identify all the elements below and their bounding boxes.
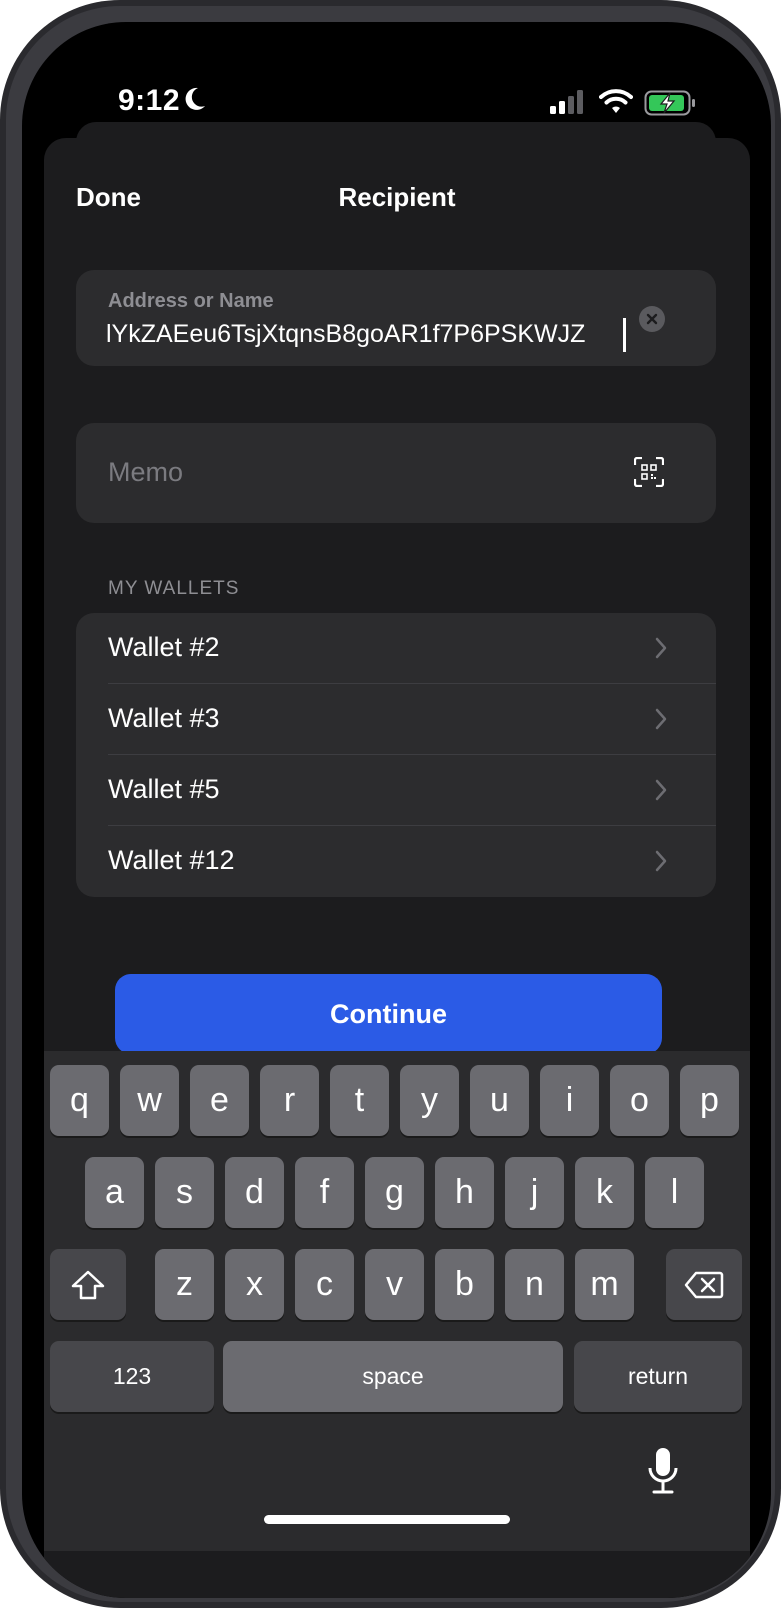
key-q[interactable]: q bbox=[50, 1065, 109, 1136]
wallet-row[interactable]: Wallet #5 bbox=[76, 755, 716, 826]
my-wallets-header: MY WALLETS bbox=[108, 578, 240, 599]
shift-key[interactable] bbox=[50, 1249, 126, 1320]
phone-frame: 9:12 Done Recipient Address or Name lYkZ… bbox=[0, 0, 781, 1608]
cellular-signal-icon bbox=[550, 90, 586, 119]
wallet-row-label: Wallet #3 bbox=[108, 703, 220, 733]
space-key[interactable]: space bbox=[223, 1341, 563, 1412]
clear-icon[interactable] bbox=[639, 306, 665, 332]
return-key[interactable]: return bbox=[574, 1341, 742, 1412]
key-x[interactable]: x bbox=[225, 1249, 284, 1320]
key-l[interactable]: l bbox=[645, 1157, 704, 1228]
key-g[interactable]: g bbox=[365, 1157, 424, 1228]
key-t[interactable]: t bbox=[330, 1065, 389, 1136]
key-k[interactable]: k bbox=[575, 1157, 634, 1228]
home-indicator[interactable] bbox=[264, 1515, 510, 1524]
sheet-title: Recipient bbox=[338, 182, 456, 212]
screen: 9:12 Done Recipient Address or Name lYkZ… bbox=[22, 22, 771, 1598]
key-j[interactable]: j bbox=[505, 1157, 564, 1228]
qr-scan-icon[interactable] bbox=[633, 456, 665, 492]
memo-placeholder: Memo bbox=[108, 457, 184, 487]
microphone-icon[interactable] bbox=[646, 1446, 680, 1501]
key-n[interactable]: n bbox=[505, 1249, 564, 1320]
wallet-row[interactable]: Wallet #2 bbox=[76, 613, 716, 684]
status-bar: 9:12 bbox=[22, 22, 771, 132]
address-input-value: lYkZAEeu6TsjXtqnsB8goAR1f7P6PSKWJZ bbox=[106, 320, 586, 348]
key-u[interactable]: u bbox=[470, 1065, 529, 1136]
wifi-icon bbox=[599, 88, 633, 119]
wallet-row-label: Wallet #5 bbox=[108, 774, 220, 804]
moon-icon bbox=[184, 86, 206, 117]
wallet-row-label: Wallet #12 bbox=[108, 845, 235, 875]
shift-icon bbox=[71, 1270, 105, 1299]
continue-button[interactable]: Continue bbox=[115, 974, 662, 1054]
key-y[interactable]: y bbox=[400, 1065, 459, 1136]
key-d[interactable]: d bbox=[225, 1157, 284, 1228]
key-b[interactable]: b bbox=[435, 1249, 494, 1320]
key-h[interactable]: h bbox=[435, 1157, 494, 1228]
wallet-row[interactable]: Wallet #12 bbox=[76, 826, 716, 897]
key-p[interactable]: p bbox=[680, 1065, 739, 1136]
key-f[interactable]: f bbox=[295, 1157, 354, 1228]
numbers-key[interactable]: 123 bbox=[50, 1341, 214, 1412]
backspace-icon bbox=[684, 1271, 724, 1298]
key-w[interactable]: w bbox=[120, 1065, 179, 1136]
key-a[interactable]: a bbox=[85, 1157, 144, 1228]
key-o[interactable]: o bbox=[610, 1065, 669, 1136]
phone-bezel: 9:12 Done Recipient Address or Name lYkZ… bbox=[6, 6, 775, 1602]
address-input[interactable]: lYkZAEeu6TsjXtqnsB8goAR1f7P6PSKWJZ bbox=[106, 320, 626, 349]
address-field-label: Address or Name bbox=[108, 290, 274, 312]
status-time: 9:12 bbox=[118, 84, 181, 117]
key-z[interactable]: z bbox=[155, 1249, 214, 1320]
key-s[interactable]: s bbox=[155, 1157, 214, 1228]
battery-charging-icon bbox=[644, 90, 698, 121]
address-field[interactable]: Address or Name lYkZAEeu6TsjXtqnsB8goAR1… bbox=[76, 270, 716, 366]
wallet-list: Wallet #2 Wallet #3 Wallet #5 Wallet #12 bbox=[76, 613, 716, 897]
keyboard: q w e r t y u i o p a s d f g h j k l z … bbox=[44, 1051, 750, 1551]
memo-field[interactable]: Memo bbox=[76, 423, 716, 523]
wallet-row-label: Wallet #2 bbox=[108, 632, 220, 662]
chevron-right-icon bbox=[654, 850, 668, 877]
chevron-right-icon bbox=[654, 708, 668, 735]
backspace-key[interactable] bbox=[666, 1249, 742, 1320]
key-c[interactable]: c bbox=[295, 1249, 354, 1320]
key-i[interactable]: i bbox=[540, 1065, 599, 1136]
text-cursor bbox=[623, 318, 626, 352]
key-e[interactable]: e bbox=[190, 1065, 249, 1136]
chevron-right-icon bbox=[654, 779, 668, 806]
key-r[interactable]: r bbox=[260, 1065, 319, 1136]
key-m[interactable]: m bbox=[575, 1249, 634, 1320]
key-v[interactable]: v bbox=[365, 1249, 424, 1320]
chevron-right-icon bbox=[654, 637, 668, 664]
wallet-row[interactable]: Wallet #3 bbox=[76, 684, 716, 755]
